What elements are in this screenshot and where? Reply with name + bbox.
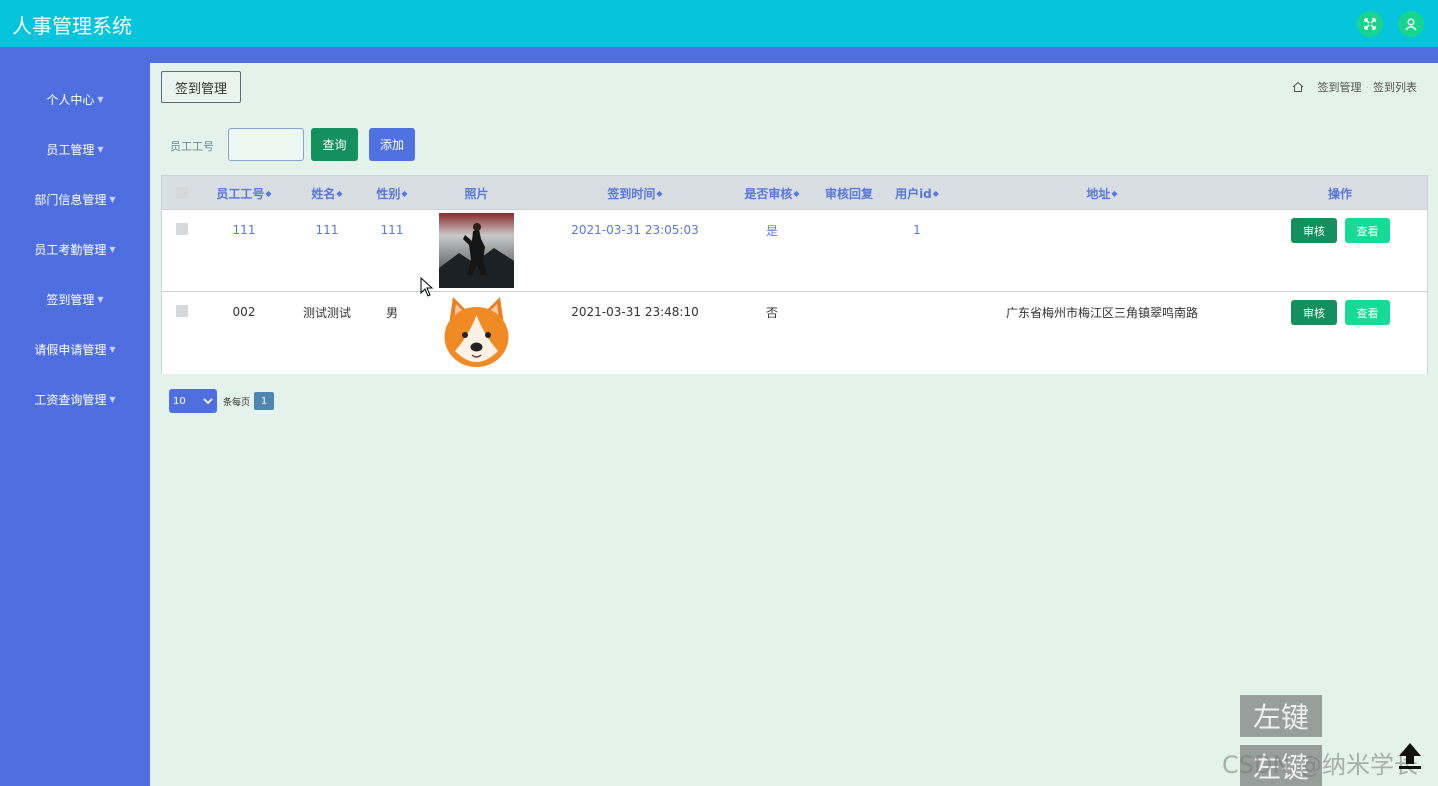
caret-down-icon: ▼ (109, 244, 116, 254)
sort-icon: ◆ (656, 188, 663, 198)
cell-emp-no: 111 (232, 223, 256, 237)
add-button[interactable]: 添加 (369, 128, 415, 161)
main-content: 签到管理 签到管理 · 签到列表 员工工号 查询 添加 员工工号 ◆ 姓名 ◆ 性别… (150, 63, 1438, 786)
home-icon[interactable] (1292, 81, 1304, 93)
caret-down-icon: ▼ (97, 94, 104, 104)
column-header-reviewed[interactable]: 是否审核 ◆ (737, 176, 807, 210)
breadcrumb-item-current: 签到列表 (1373, 81, 1417, 94)
table-header: 员工工号 ◆ 姓名 ◆ 性别 ◆ 照片 签到时间 ◆ 是否审核 ◆ 审核回复 用户id ◆ … (162, 176, 1427, 210)
page-title-tag: 签到管理 (161, 71, 241, 103)
column-header-name[interactable]: 姓名 ◆ (286, 176, 368, 210)
sort-icon: ◆ (336, 188, 343, 198)
page-size-value: 10 (173, 395, 186, 407)
cell-address (962, 223, 1242, 237)
view-button[interactable]: 查看 (1345, 300, 1390, 325)
page-size-select[interactable]: 10 (169, 389, 217, 413)
cell-user-id: 1 (913, 223, 921, 237)
cell-checkin-time: 2021-03-31 23:05:03 (571, 223, 699, 237)
cell-review-reply (814, 223, 884, 237)
column-header-address[interactable]: 地址 ◆ (962, 176, 1242, 210)
sidebar-item-personal-center[interactable]: 个人中心 ▼ (0, 84, 150, 114)
employee-number-input[interactable] (228, 128, 304, 161)
review-button[interactable]: 审核 (1291, 218, 1337, 243)
sort-icon: ◆ (932, 188, 939, 198)
fullscreen-icon[interactable] (1357, 11, 1383, 37)
row-checkbox[interactable] (176, 305, 188, 317)
table-row: 111 111 111 2021-03-31 23:05:03 是 1 审核 查… (162, 210, 1427, 292)
sidebar: 个人中心 ▼ 员工管理 ▼ 部门信息管理 ▼ 员工考勤管理 ▼ 签到管理 ▼ 请假申请管理… (0, 63, 150, 786)
caret-down-icon: ▼ (109, 194, 116, 204)
column-header-user-id[interactable]: 用户id ◆ (884, 176, 950, 210)
sidebar-item-label: 员工考勤管理 (34, 242, 107, 257)
select-all-checkbox[interactable] (176, 187, 188, 199)
sidebar-item-label: 部门信息管理 (34, 192, 107, 207)
header-strip (0, 47, 1438, 63)
user-icon[interactable] (1398, 11, 1424, 37)
sidebar-item-leave-management[interactable]: 请假申请管理 ▼ (0, 334, 150, 364)
watermark: CSDN @纳米学长 (1222, 751, 1419, 779)
key-hint-overlay: 左键 (1240, 695, 1322, 737)
breadcrumb-separator: · (1365, 80, 1370, 94)
top-header: 人事管理系统 (0, 0, 1438, 47)
column-header-gender[interactable]: 性别 ◆ (368, 176, 416, 210)
column-header-photo: 照片 (464, 186, 489, 201)
sort-icon: ◆ (1111, 188, 1118, 198)
view-button[interactable]: 查看 (1345, 218, 1390, 243)
caret-down-icon: ▼ (109, 344, 116, 354)
per-page-label: 条每页 (223, 397, 251, 408)
dog-avatar-photo (439, 295, 514, 370)
chevron-down-icon (203, 398, 213, 405)
sort-icon: ◆ (401, 188, 408, 198)
game-character-photo (439, 213, 514, 288)
cell-gender: 111 (380, 223, 404, 237)
sidebar-item-salary-management[interactable]: 工资查询管理 ▼ (0, 384, 150, 414)
cell-name: 测试测试 (302, 305, 351, 320)
cell-name: 111 (315, 223, 339, 237)
mouse-cursor-icon (420, 277, 434, 297)
sort-icon: ◆ (793, 188, 800, 198)
query-button[interactable]: 查询 (311, 128, 358, 161)
checkin-table: 员工工号 ◆ 姓名 ◆ 性别 ◆ 照片 签到时间 ◆ 是否审核 ◆ 审核回复 用户id ◆ … (161, 175, 1428, 374)
cell-reviewed: 否 (765, 305, 778, 320)
caret-down-icon: ▼ (97, 294, 104, 304)
cell-checkin-time: 2021-03-31 23:48:10 (571, 305, 699, 319)
sidebar-item-department-management[interactable]: 部门信息管理 ▼ (0, 184, 150, 214)
sidebar-item-label: 个人中心 (46, 92, 95, 107)
sort-icon: ◆ (265, 188, 272, 198)
table-row: 002 测试测试 男 2021-03-31 23:48:10 否 广东省梅州市梅… (162, 292, 1427, 374)
cell-address: 广东省梅州市梅江区三角镇翠鸣南路 (1005, 305, 1198, 320)
column-header-actions: 操作 (1327, 186, 1352, 201)
cell-gender: 男 (385, 305, 398, 320)
page-number-button[interactable]: 1 (254, 392, 275, 410)
breadcrumb-item[interactable]: 签到管理 (1318, 79, 1362, 95)
sidebar-item-label: 请假申请管理 (34, 342, 107, 357)
cell-user-id (884, 305, 950, 319)
caret-down-icon: ▼ (109, 394, 116, 404)
column-header-review-reply: 审核回复 (824, 186, 873, 201)
caret-down-icon: ▼ (97, 144, 104, 154)
cell-reviewed: 是 (765, 223, 778, 238)
sidebar-item-label: 员工管理 (46, 142, 95, 157)
app-title: 人事管理系统 (12, 14, 132, 38)
review-button[interactable]: 审核 (1291, 300, 1337, 325)
pagination: 10 条每页 1 (169, 389, 275, 413)
back-to-top-icon[interactable] (1394, 740, 1426, 772)
sidebar-item-attendance-management[interactable]: 员工考勤管理 ▼ (0, 234, 150, 264)
sidebar-item-label: 工资查询管理 (34, 392, 107, 407)
breadcrumb: 签到管理 · 签到列表 (1292, 79, 1417, 95)
row-checkbox[interactable] (176, 223, 188, 235)
cell-review-reply (814, 305, 884, 319)
sidebar-item-employee-management[interactable]: 员工管理 ▼ (0, 134, 150, 164)
column-header-checkin-time[interactable]: 签到时间 ◆ (545, 176, 725, 210)
sidebar-item-label: 签到管理 (46, 292, 95, 307)
column-header-emp-no[interactable]: 员工工号 ◆ (202, 176, 286, 210)
cell-emp-no: 002 (232, 305, 256, 319)
sidebar-item-checkin-management[interactable]: 签到管理 ▼ (0, 284, 150, 314)
search-label: 员工工号 (170, 140, 214, 153)
